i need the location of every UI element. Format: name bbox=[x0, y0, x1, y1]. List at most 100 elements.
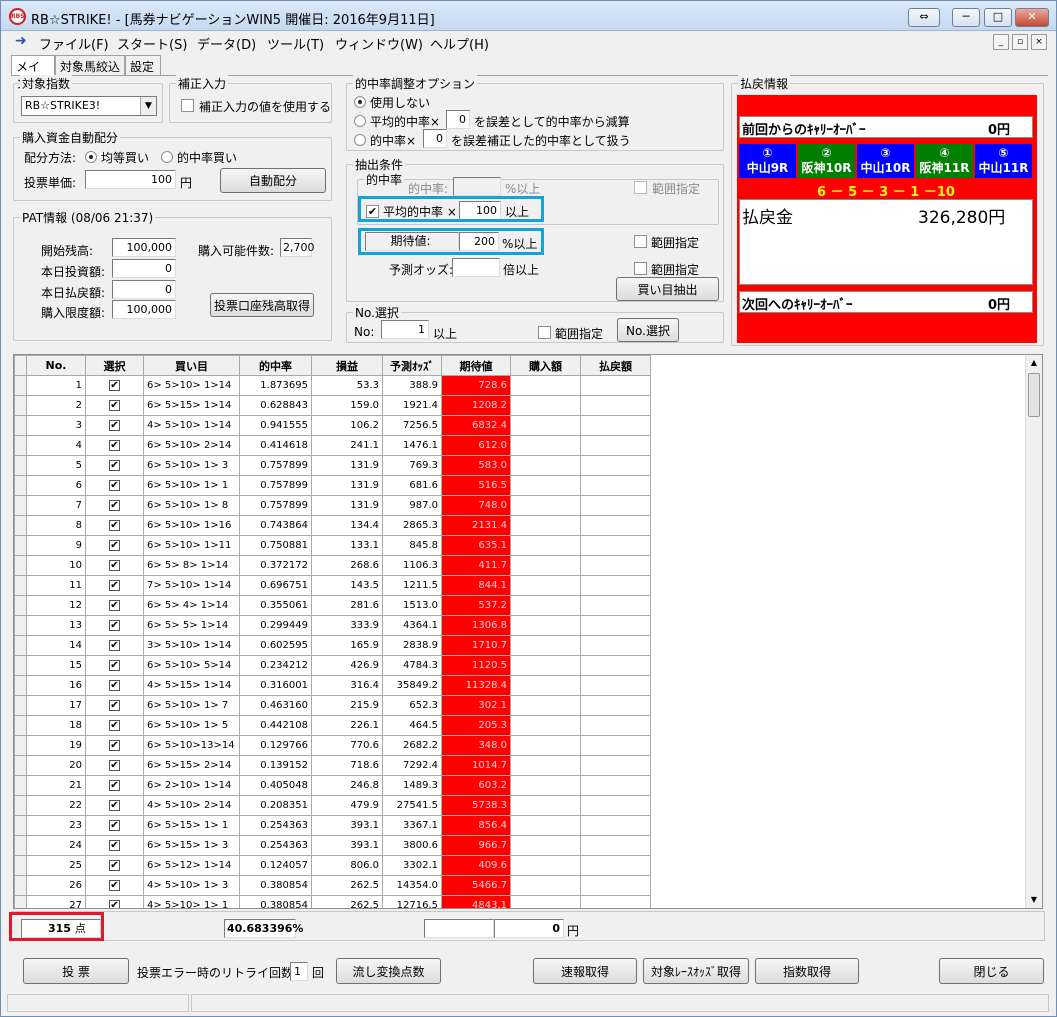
row-select-checkbox[interactable]: ✔ bbox=[85, 875, 144, 896]
scroll-thumb[interactable] bbox=[1028, 373, 1040, 417]
row-select-checkbox[interactable]: ✔ bbox=[85, 395, 144, 416]
hit-option-subtract-radio[interactable] bbox=[354, 115, 366, 127]
grid-header-hit-rate[interactable]: 的中率 bbox=[239, 355, 312, 376]
row-indicator[interactable] bbox=[14, 815, 27, 836]
row-purchase[interactable] bbox=[510, 635, 581, 656]
table-row[interactable]: 8 ✔ 6> 5>10> 1>16 0.743864 134.4 2865.3 2131.4 bbox=[14, 515, 651, 536]
row-select-checkbox[interactable]: ✔ bbox=[85, 895, 144, 908]
row-indicator[interactable] bbox=[14, 775, 27, 796]
checkbox-checked-icon[interactable]: ✔ bbox=[109, 900, 120, 908]
mdi-minimize-button[interactable]: _ bbox=[993, 34, 1009, 50]
row-purchase[interactable] bbox=[510, 475, 581, 496]
table-row[interactable]: 9 ✔ 6> 5>10> 1>11 0.750881 133.1 845.8 635.1 bbox=[14, 535, 651, 556]
extract-bets-button[interactable]: 買い目抽出 bbox=[616, 277, 719, 301]
row-select-checkbox[interactable]: ✔ bbox=[85, 435, 144, 456]
row-indicator[interactable] bbox=[14, 635, 27, 656]
vote-button[interactable]: 投 票 bbox=[23, 958, 129, 984]
table-row[interactable]: 19 ✔ 6> 5>10>13>14 0.129766 770.6 2682.2 348.0 bbox=[14, 735, 651, 756]
row-purchase[interactable] bbox=[510, 555, 581, 576]
row-indicator[interactable] bbox=[14, 475, 27, 496]
checkbox-checked-icon[interactable]: ✔ bbox=[109, 480, 120, 491]
auto-allocate-button[interactable]: 自動配分 bbox=[220, 168, 326, 193]
tab-settings[interactable]: 設定 bbox=[125, 55, 161, 75]
checkbox-checked-icon[interactable]: ✔ bbox=[109, 700, 120, 711]
grid-header-odds[interactable]: 予測ｵｯｽﾞ bbox=[382, 355, 442, 376]
row-purchase[interactable] bbox=[510, 455, 581, 476]
mdi-close-button[interactable]: × bbox=[1031, 34, 1047, 50]
row-purchase[interactable] bbox=[510, 575, 581, 596]
row-indicator[interactable] bbox=[14, 535, 27, 556]
row-indicator[interactable] bbox=[14, 415, 27, 436]
grid-header-bet[interactable]: 買い目 bbox=[143, 355, 240, 376]
checkbox-checked-icon[interactable]: ✔ bbox=[109, 740, 120, 751]
chevron-down-icon[interactable]: ▼ bbox=[140, 97, 156, 115]
row-purchase[interactable] bbox=[510, 595, 581, 616]
table-row[interactable]: 16 ✔ 4> 5>15> 1>14 0.316001 316.4 35849.2 1132… bbox=[14, 675, 651, 696]
row-select-checkbox[interactable]: ✔ bbox=[85, 815, 144, 836]
row-purchase[interactable] bbox=[510, 775, 581, 796]
row-purchase[interactable] bbox=[510, 815, 581, 836]
retry-input[interactable]: 1 bbox=[290, 962, 308, 981]
checkbox-checked-icon[interactable]: ✔ bbox=[109, 420, 120, 431]
allocation-hit-radio[interactable] bbox=[161, 151, 173, 163]
row-select-checkbox[interactable]: ✔ bbox=[85, 375, 144, 396]
row-select-checkbox[interactable]: ✔ bbox=[85, 535, 144, 556]
table-row[interactable]: 13 ✔ 6> 5> 5> 1>14 0.299449 333.9 4364.1 1306.… bbox=[14, 615, 651, 636]
grid-header-no[interactable]: No. bbox=[26, 355, 86, 376]
checkbox-checked-icon[interactable]: ✔ bbox=[109, 440, 120, 451]
row-indicator[interactable] bbox=[14, 835, 27, 856]
checkbox-checked-icon[interactable]: ✔ bbox=[109, 860, 120, 871]
expected-value-range-checkbox[interactable] bbox=[634, 235, 647, 248]
grid-header-expected[interactable]: 期待値 bbox=[441, 355, 511, 376]
table-row[interactable]: 22 ✔ 4> 5>10> 2>14 0.208351 479.9 27541.5 5738… bbox=[14, 795, 651, 816]
row-indicator[interactable] bbox=[14, 755, 27, 776]
checkbox-checked-icon[interactable]: ✔ bbox=[109, 580, 120, 591]
checkbox-checked-icon[interactable]: ✔ bbox=[109, 400, 120, 411]
checkbox-checked-icon[interactable]: ✔ bbox=[109, 520, 120, 531]
table-row[interactable]: 6 ✔ 6> 5>10> 1> 1 0.757899 131.9 681.6 516.5 bbox=[14, 475, 651, 496]
row-indicator[interactable] bbox=[14, 795, 27, 816]
hit-option-correct-radio[interactable] bbox=[354, 134, 366, 146]
checkbox-checked-icon[interactable]: ✔ bbox=[109, 680, 120, 691]
hit-option-correct-input[interactable]: 0 bbox=[423, 129, 447, 148]
row-purchase[interactable] bbox=[510, 375, 581, 396]
row-indicator[interactable] bbox=[14, 855, 27, 876]
hit-rate-range-checkbox[interactable] bbox=[634, 181, 647, 194]
scroll-down-icon[interactable]: ▼ bbox=[1026, 892, 1042, 908]
row-indicator[interactable] bbox=[14, 895, 27, 908]
checkbox-checked-icon[interactable]: ✔ bbox=[109, 780, 120, 791]
convert-points-button[interactable]: 流し変換点数 bbox=[336, 958, 441, 984]
checkbox-checked-icon[interactable]: ✔ bbox=[109, 460, 120, 471]
get-balance-button[interactable]: 投票口座残高取得 bbox=[210, 293, 314, 317]
odds-input[interactable] bbox=[452, 258, 500, 277]
row-purchase[interactable] bbox=[510, 895, 581, 908]
row-purchase[interactable] bbox=[510, 615, 581, 636]
close-button[interactable]: 閉じる bbox=[939, 958, 1044, 984]
table-row[interactable]: 4 ✔ 6> 5>10> 2>14 0.414618 241.1 1476.1 612.0 bbox=[14, 435, 651, 456]
row-indicator[interactable] bbox=[14, 375, 27, 396]
bets-grid[interactable]: No. 選択 買い目 的中率 損益 予測ｵｯｽﾞ 期待値 購入額 払戻額 1 ✔ 6… bbox=[13, 354, 1043, 909]
scroll-up-icon[interactable]: ▲ bbox=[1026, 355, 1042, 371]
checkbox-checked-icon[interactable]: ✔ bbox=[109, 540, 120, 551]
row-indicator[interactable] bbox=[14, 555, 27, 576]
row-indicator[interactable] bbox=[14, 735, 27, 756]
row-purchase[interactable] bbox=[510, 715, 581, 736]
table-row[interactable]: 21 ✔ 6> 2>10> 1>14 0.405048 246.8 1489.3 603.2 bbox=[14, 775, 651, 796]
no-select-input[interactable]: 1 bbox=[381, 320, 429, 339]
pat-limit-value[interactable]: 100,000 bbox=[112, 300, 176, 319]
row-select-checkbox[interactable]: ✔ bbox=[85, 575, 144, 596]
odds-range-checkbox[interactable] bbox=[634, 262, 647, 275]
row-select-checkbox[interactable]: ✔ bbox=[85, 675, 144, 696]
checkbox-checked-icon[interactable]: ✔ bbox=[109, 560, 120, 571]
get-index-button[interactable]: 指数取得 bbox=[755, 958, 859, 984]
row-purchase[interactable] bbox=[510, 395, 581, 416]
row-select-checkbox[interactable]: ✔ bbox=[85, 595, 144, 616]
quick-report-button[interactable]: 速報取得 bbox=[533, 958, 637, 984]
checkbox-checked-icon[interactable]: ✔ bbox=[109, 880, 120, 891]
no-select-range-checkbox[interactable] bbox=[538, 326, 551, 339]
table-row[interactable]: 24 ✔ 6> 5>15> 1> 3 0.254363 393.1 3800.6 966.7 bbox=[14, 835, 651, 856]
table-row[interactable]: 25 ✔ 6> 5>12> 1>14 0.124057 806.0 3302.1 409.6 bbox=[14, 855, 651, 876]
row-select-checkbox[interactable]: ✔ bbox=[85, 715, 144, 736]
row-select-checkbox[interactable]: ✔ bbox=[85, 415, 144, 436]
menu-data[interactable]: データ(D) bbox=[197, 34, 256, 53]
